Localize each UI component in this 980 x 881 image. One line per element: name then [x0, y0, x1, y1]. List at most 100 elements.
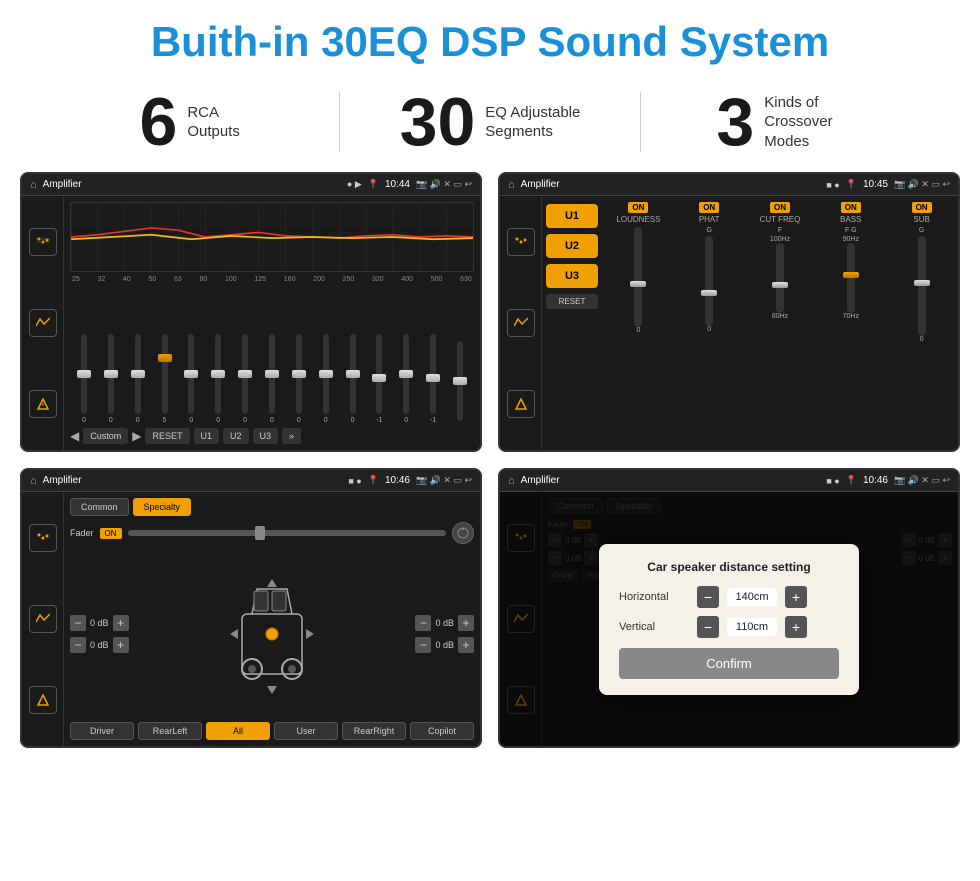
s2-icon-1[interactable] [507, 228, 535, 256]
horizontal-minus[interactable]: − [697, 586, 719, 608]
eq-graph [70, 202, 474, 272]
screen-amplifier: ⌂ Amplifier ■ ● 📍 10:45 📷 🔊 ✕ ▭ ↩ U1 [498, 172, 960, 452]
more-button[interactable]: » [282, 428, 301, 444]
home-icon-3: ⌂ [30, 475, 37, 487]
loudness-slider[interactable] [634, 227, 642, 327]
sub-section: ON SUB G 0 [889, 202, 954, 444]
eq-slider-11[interactable]: -1 [367, 334, 391, 424]
db3-plus[interactable]: + [458, 615, 474, 631]
stat-eq-num: 30 [400, 88, 476, 156]
s2-icon-2[interactable] [507, 309, 535, 337]
db-control-3: − 0 dB + [415, 615, 474, 631]
loudness-label: LOUDNESS [616, 215, 660, 224]
eq-bottom: ◀ Custom ▶ RESET U1 U2 U3 » [70, 428, 474, 444]
u3-preset-button[interactable]: U3 [546, 264, 598, 288]
s2-icon-3[interactable] [507, 390, 535, 418]
horizontal-plus[interactable]: + [785, 586, 807, 608]
screen4-title: Amplifier [521, 475, 821, 486]
screen1-body: 253240506380100125160200250320400500630 … [22, 196, 480, 450]
s3-bottom: Driver RearLeft All User RearRight Copil… [70, 722, 474, 740]
eq-slider-14[interactable] [448, 341, 472, 424]
rearright-button[interactable]: RearRight [342, 722, 406, 740]
s3-icon-1[interactable] [29, 524, 57, 552]
eq-slider-5[interactable]: 0 [206, 334, 230, 424]
screen4-icons: 📷 🔊 ✕ ▭ ↩ [894, 475, 950, 486]
eq-slider-4[interactable]: 0 [179, 334, 203, 424]
eq-slider-7[interactable]: 0 [260, 334, 284, 424]
eq-slider-0[interactable]: 0 [72, 334, 96, 424]
screen4-dot: ■ ● [826, 476, 839, 486]
user-button[interactable]: User [274, 722, 338, 740]
next-button[interactable]: ▶ [132, 429, 141, 443]
eq-slider-3[interactable]: 5 [153, 334, 177, 424]
db4-plus[interactable]: + [458, 637, 474, 653]
eq-icon-2[interactable] [29, 309, 57, 337]
bass-slider[interactable] [847, 243, 855, 313]
home-icon-2: ⌂ [508, 179, 515, 191]
rearleft-button[interactable]: RearLeft [138, 722, 202, 740]
eq-icon-1[interactable] [29, 228, 57, 256]
s3-icon-2[interactable] [29, 605, 57, 633]
eq-slider-9[interactable]: 0 [314, 334, 338, 424]
screen3-time: 10:46 [385, 475, 410, 486]
db4-minus[interactable]: − [415, 637, 431, 653]
all-button[interactable]: All [206, 722, 270, 740]
eq-slider-1[interactable]: 0 [99, 334, 123, 424]
screen-eq: ⌂ Amplifier ● ▶ 📍 10:44 📷 🔊 ✕ ▭ ↩ [20, 172, 482, 452]
eq-slider-2[interactable]: 0 [126, 334, 150, 424]
screen1-title: Amplifier [43, 179, 341, 190]
fader-label: Fader [70, 528, 94, 538]
eq-icon-3[interactable] [29, 390, 57, 418]
phat-on[interactable]: ON [699, 202, 719, 213]
eq-slider-13[interactable]: -1 [421, 334, 445, 424]
dialog-title: Car speaker distance setting [619, 560, 839, 574]
db1-plus[interactable]: + [113, 615, 129, 631]
s3-left-controls: − 0 dB + − 0 dB + [70, 550, 129, 718]
copilot-button[interactable]: Copilot [410, 722, 474, 740]
prev-button[interactable]: ◀ [70, 429, 79, 443]
u1-preset-button[interactable]: U1 [546, 204, 598, 228]
s3-icon-3[interactable] [29, 686, 57, 714]
confirm-button[interactable]: Confirm [619, 648, 839, 679]
loudness-on[interactable]: ON [628, 202, 648, 213]
u2-preset-button[interactable]: U2 [546, 234, 598, 258]
eq-slider-12[interactable]: 0 [394, 334, 418, 424]
screen3-body: Common Specialty Fader ON [22, 492, 480, 746]
reset-button[interactable]: RESET [145, 428, 189, 444]
bass-on[interactable]: ON [841, 202, 861, 213]
fader-track[interactable] [128, 530, 446, 536]
common-tab[interactable]: Common [70, 498, 129, 516]
horizontal-value: 140cm [727, 588, 777, 606]
eq-slider-8[interactable]: 0 [287, 334, 311, 424]
cutfreq-slider[interactable] [776, 243, 784, 313]
db2-minus[interactable]: − [70, 637, 86, 653]
custom-button[interactable]: Custom [83, 428, 128, 444]
driver-button[interactable]: Driver [70, 722, 134, 740]
db2-plus[interactable]: + [113, 637, 129, 653]
bass-label: BASS [840, 215, 861, 224]
eq-slider-6[interactable]: 0 [233, 334, 257, 424]
screen1-icons: 📷 🔊 ✕ ▭ ↩ [416, 179, 472, 190]
car-svg [222, 569, 322, 699]
vertical-minus[interactable]: − [697, 616, 719, 638]
phat-slider[interactable] [705, 236, 713, 326]
stats-row: 6 RCAOutputs 30 EQ AdjustableSegments 3 … [0, 78, 980, 172]
specialty-tab[interactable]: Specialty [133, 498, 192, 516]
s2-main: ON LOUDNESS 0 ON PHAT G [602, 196, 958, 450]
db-control-2: − 0 dB + [70, 637, 129, 653]
db1-minus[interactable]: − [70, 615, 86, 631]
stat-eq: 30 EQ AdjustableSegments [360, 88, 619, 156]
eq-slider-10[interactable]: 0 [341, 334, 365, 424]
cutfreq-label: CUT FREQ [760, 215, 801, 224]
vertical-plus[interactable]: + [785, 616, 807, 638]
reset-s2-button[interactable]: RESET [546, 294, 598, 309]
db3-minus[interactable]: − [415, 615, 431, 631]
u3-button[interactable]: U3 [253, 428, 279, 444]
cutfreq-on[interactable]: ON [770, 202, 790, 213]
sub-slider[interactable] [918, 236, 926, 336]
sub-on[interactable]: ON [912, 202, 932, 213]
u2-button[interactable]: U2 [223, 428, 249, 444]
s3-body: − 0 dB + − 0 dB + [70, 550, 474, 718]
u1-button[interactable]: U1 [194, 428, 220, 444]
fader-knob[interactable] [452, 522, 474, 544]
